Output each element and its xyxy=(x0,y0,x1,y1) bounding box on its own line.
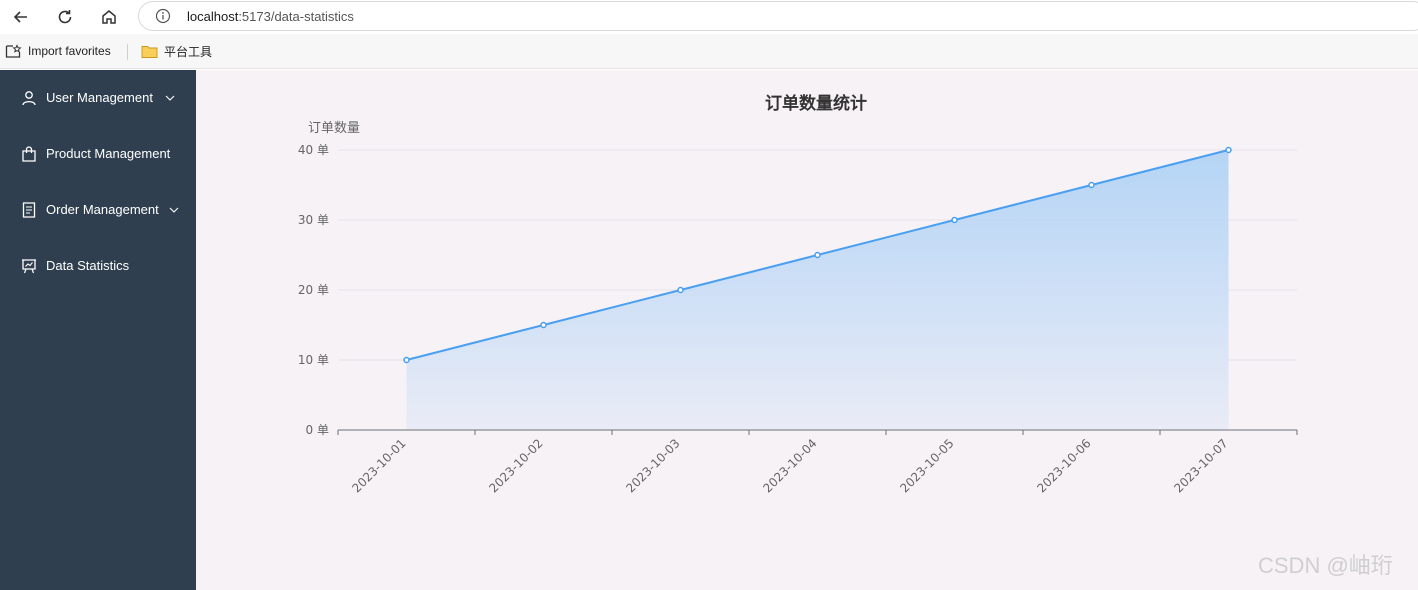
folder-icon xyxy=(141,45,158,58)
sidebar-item-user-management[interactable]: User Management xyxy=(0,70,196,126)
user-icon xyxy=(22,91,36,106)
site-info-icon[interactable] xyxy=(155,8,171,24)
chart-board-icon xyxy=(22,259,36,274)
data-point[interactable] xyxy=(1088,181,1095,189)
order-count-chart: 订单数量统计 订单数量 0 单 10 单 20 单 30 单 40 单 2023-10-… xyxy=(298,93,1298,495)
sidebar: User Management Product Management Order… xyxy=(0,70,196,590)
bookmark-label: Import favorites xyxy=(28,44,111,58)
sidebar-item-order-management[interactable]: Order Management xyxy=(0,182,196,238)
chevron-down-icon xyxy=(165,95,175,101)
chart-title: 订单数量统计 xyxy=(765,93,867,114)
back-button[interactable] xyxy=(8,4,34,30)
data-point[interactable] xyxy=(951,216,958,224)
data-point[interactable] xyxy=(677,286,684,294)
chevron-down-icon xyxy=(169,207,179,213)
sidebar-item-product-management[interactable]: Product Management xyxy=(0,126,196,182)
sidebar-item-label: Order Management xyxy=(46,202,159,217)
sidebar-item-label: User Management xyxy=(46,90,153,105)
x-tick-label: 2023-10-07 xyxy=(1171,436,1230,495)
data-point[interactable] xyxy=(540,321,547,329)
sidebar-item-label: Product Management xyxy=(46,146,171,161)
reload-button[interactable] xyxy=(52,4,78,30)
import-favorites-icon xyxy=(5,43,22,58)
address-bar[interactable]: localhost:5173/data-statistics xyxy=(138,1,1418,31)
browser-toolbar: localhost:5173/data-statistics xyxy=(0,0,1418,34)
url-path: :5173/data-statistics xyxy=(238,9,354,24)
main-content: 订单数量统计 订单数量 0 单 10 单 20 单 30 单 40 单 2023-10-… xyxy=(196,70,1418,590)
bookmark-folder[interactable]: 平台工具 xyxy=(141,42,212,60)
x-tick-label: 2023-10-05 xyxy=(897,436,956,495)
y-tick-label: 40 单 xyxy=(298,143,329,157)
y-tick-label: 30 单 xyxy=(298,213,329,227)
reload-icon xyxy=(58,10,72,24)
data-point[interactable] xyxy=(403,356,410,364)
y-tick-label: 10 单 xyxy=(298,353,329,367)
bookmark-import-favorites[interactable]: Import favorites xyxy=(5,42,111,60)
home-button[interactable] xyxy=(96,4,122,30)
x-tick-label: 2023-10-06 xyxy=(1034,436,1093,495)
bookmark-label: 平台工具 xyxy=(164,44,213,59)
x-tick-label: 2023-10-01 xyxy=(349,436,408,495)
y-tick-label: 20 单 xyxy=(298,283,329,297)
home-icon xyxy=(102,10,116,24)
x-tick-label: 2023-10-04 xyxy=(760,436,819,495)
shopping-bag-icon xyxy=(22,146,36,162)
y-axis-label: 订单数量 xyxy=(308,121,360,136)
y-tick-label: 0 单 xyxy=(306,423,329,437)
url-text: localhost:5173/data-statistics xyxy=(187,9,354,24)
document-icon xyxy=(22,202,36,218)
url-host: localhost xyxy=(187,9,239,24)
back-arrow-icon xyxy=(13,11,27,23)
csdn-watermark: CSDN @岫珩 xyxy=(1258,553,1393,578)
x-tick-label: 2023-10-02 xyxy=(486,436,545,495)
data-point[interactable] xyxy=(814,251,821,259)
x-tick-label: 2023-10-03 xyxy=(623,436,682,495)
data-point[interactable] xyxy=(1225,146,1232,154)
sidebar-item-data-statistics[interactable]: Data Statistics xyxy=(0,238,196,294)
bookmarks-bar: Import favorites 平台工具 xyxy=(0,34,1418,69)
bookmark-separator xyxy=(127,44,128,60)
sidebar-item-label: Data Statistics xyxy=(46,258,130,273)
